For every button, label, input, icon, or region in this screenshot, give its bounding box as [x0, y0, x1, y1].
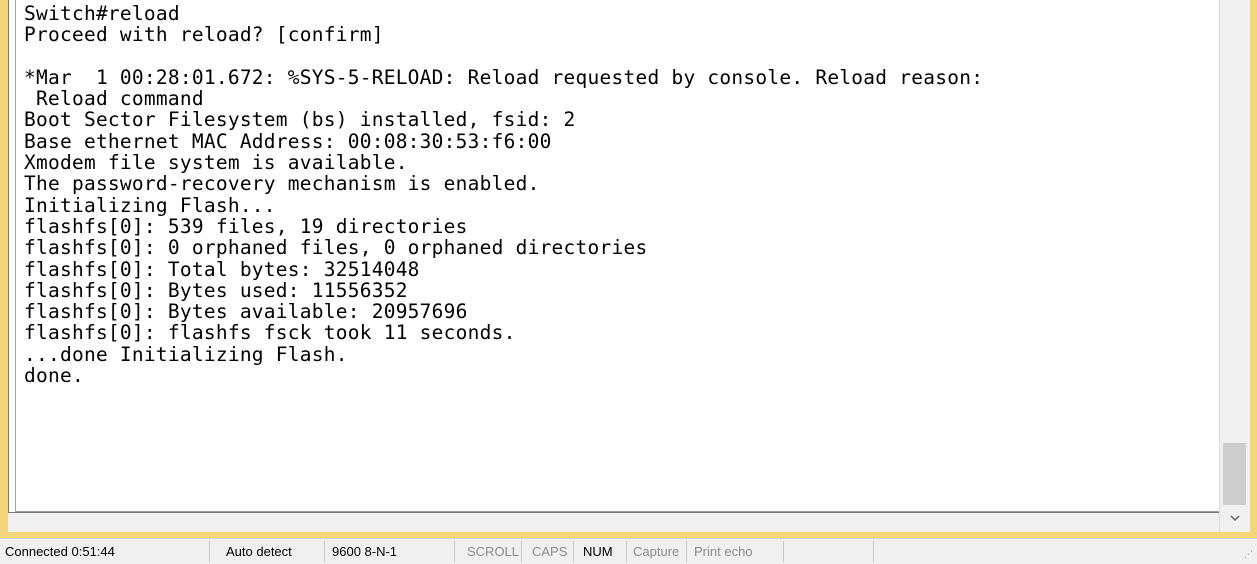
- status-connected: Connected 0:51:44: [0, 541, 210, 562]
- terminal-line: Proceed with reload? [confirm]: [24, 23, 384, 47]
- status-capture: Capture: [627, 541, 687, 562]
- status-bar: Connected 0:51:44 Auto detect 9600 8-N-1…: [0, 538, 1257, 564]
- terminal-line: Initializing Flash...: [24, 193, 276, 217]
- terminal-line: Reload command: [24, 87, 204, 111]
- terminal-pane[interactable]: Switch#reload Proceed with reload? [confi…: [15, 0, 1219, 512]
- window-frame-left: [0, 0, 8, 532]
- status-detect: Auto detect: [210, 541, 325, 562]
- terminal-line: done.: [24, 364, 84, 388]
- terminal-line: flashfs[0]: 539 files, 19 directories: [24, 214, 468, 238]
- terminal-line: flashfs[0]: Total bytes: 32514048: [24, 257, 420, 281]
- terminal-line: Boot Sector Filesystem (bs) installed, f…: [24, 108, 576, 132]
- resize-grip-icon[interactable]: ⋰: [1241, 549, 1253, 561]
- vertical-scrollbar[interactable]: [1219, 0, 1250, 532]
- terminal-line: Switch#reload: [24, 2, 180, 25]
- window-frame-right: [1249, 0, 1257, 532]
- status-print-echo: Print echo: [687, 541, 784, 562]
- status-num: NUM: [574, 541, 627, 562]
- terminal-line: flashfs[0]: 0 orphaned files, 0 orphaned…: [24, 236, 648, 260]
- status-caps: CAPS: [522, 541, 574, 562]
- horizontal-scroll-strip: [8, 513, 1219, 532]
- terminal-output[interactable]: Switch#reload Proceed with reload? [confi…: [16, 2, 984, 388]
- status-port-settings: 9600 8-N-1: [325, 541, 455, 562]
- terminal-line: *Mar 1 00:28:01.672: %SYS-5-RELOAD: Relo…: [24, 65, 984, 89]
- scrollbar-thumb[interactable]: [1223, 443, 1246, 505]
- terminal-line: flashfs[0]: flashfs fsck took 11 seconds…: [24, 321, 516, 345]
- terminal-line: Xmodem file system is available.: [24, 151, 408, 175]
- status-empty-cell: [784, 541, 874, 562]
- terminal-line: The password-recovery mechanism is enabl…: [24, 172, 540, 196]
- terminal-line: flashfs[0]: Bytes available: 20957696: [24, 300, 468, 324]
- terminal-window[interactable]: Switch#reload Proceed with reload? [confi…: [8, 0, 1219, 513]
- status-scroll: SCROLL: [455, 541, 522, 562]
- terminal-line: Base ethernet MAC Address: 00:08:30:53:f…: [24, 129, 552, 153]
- terminal-line: flashfs[0]: Bytes used: 11556352: [24, 278, 408, 302]
- chevron-down-icon[interactable]: [1220, 507, 1250, 529]
- terminal-line: ...done Initializing Flash.: [24, 342, 348, 366]
